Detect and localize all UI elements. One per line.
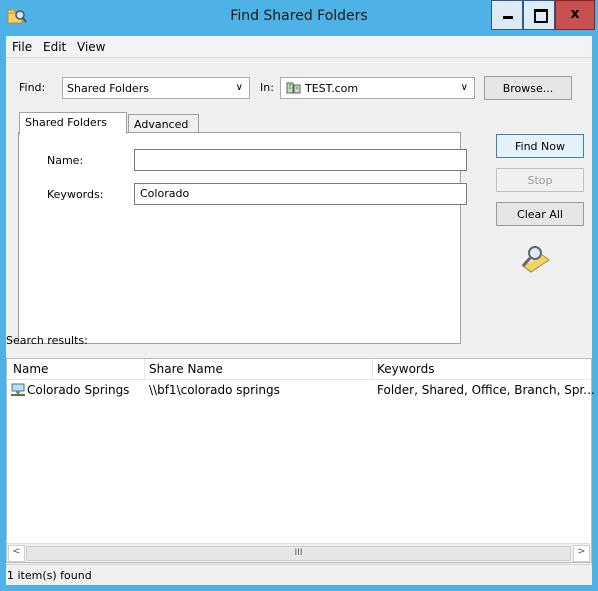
tab-advanced[interactable]: Advanced xyxy=(128,114,199,134)
search-results-label: Search results: xyxy=(6,334,88,347)
status-text: 1 item(s) found xyxy=(7,569,92,582)
column-header-keywords[interactable]: Keywords xyxy=(377,362,435,376)
tab-shared-folders[interactable]: Shared Folders xyxy=(19,112,127,134)
result-keywords: Folder, Shared, Office, Branch, Spr... xyxy=(377,383,595,397)
results-list[interactable]: Name Share Name Keywords Colorado Spring… xyxy=(6,358,595,563)
domain-icon xyxy=(286,82,301,94)
close-button[interactable]: x xyxy=(555,0,595,30)
in-label: In: xyxy=(260,81,274,94)
column-header-share-name[interactable]: Share Name xyxy=(149,362,223,376)
clear-all-button[interactable]: Clear All xyxy=(496,202,584,226)
result-name: Colorado Springs xyxy=(27,383,130,397)
in-location-value: TEST.com xyxy=(305,82,359,95)
results-list-header: Name Share Name Keywords xyxy=(7,359,591,380)
find-type-dropdown[interactable]: Shared Folders ∨ xyxy=(62,77,250,99)
find-now-button[interactable]: Find Now xyxy=(496,134,584,158)
minimize-button[interactable] xyxy=(491,0,523,30)
name-label: Name: xyxy=(47,154,84,167)
column-divider[interactable] xyxy=(372,359,373,379)
scroll-right-button[interactable]: > xyxy=(573,545,590,562)
browse-button[interactable]: Browse... xyxy=(484,76,572,100)
chevron-down-icon: ∨ xyxy=(460,82,468,93)
close-icon: x xyxy=(570,6,580,22)
network-share-icon xyxy=(11,383,25,396)
title-bar[interactable]: Find Shared Folders x xyxy=(0,0,598,36)
menu-view[interactable]: View xyxy=(77,40,105,54)
find-type-value: Shared Folders xyxy=(67,82,149,95)
magnifier-search-icon xyxy=(521,246,550,273)
keywords-label: Keywords: xyxy=(47,188,104,201)
menu-file[interactable]: File xyxy=(12,40,32,54)
scroll-thumb[interactable]: III xyxy=(26,546,571,561)
result-share-name: \\bf1\colorado springs xyxy=(149,383,280,397)
dialog-client-area: File Edit View Find: Shared Folders ∨ In… xyxy=(6,36,595,585)
name-field[interactable] xyxy=(134,149,467,171)
find-shared-folders-window: Find Shared Folders x File Edit View Fin… xyxy=(0,0,598,591)
scroll-left-button[interactable]: < xyxy=(8,545,25,562)
status-bar: 1 item(s) found xyxy=(6,564,592,585)
menu-edit[interactable]: Edit xyxy=(43,40,66,54)
column-header-name[interactable]: Name xyxy=(13,362,48,376)
maximize-button[interactable] xyxy=(523,0,555,30)
chevron-down-icon: ∨ xyxy=(235,82,243,93)
table-row[interactable]: Colorado Springs \\bf1\colorado springs … xyxy=(7,381,595,399)
stop-button[interactable]: Stop xyxy=(496,168,584,192)
find-label: Find: xyxy=(19,81,46,94)
column-divider[interactable] xyxy=(144,359,145,379)
keywords-field[interactable]: Colorado xyxy=(134,183,467,205)
in-location-dropdown[interactable]: TEST.com ∨ xyxy=(280,77,475,99)
horizontal-scrollbar[interactable]: < III > xyxy=(7,543,591,562)
tab-panel-shared-folders: Name: Keywords: Colorado xyxy=(18,132,467,344)
menu-bar: File Edit View xyxy=(6,36,592,58)
